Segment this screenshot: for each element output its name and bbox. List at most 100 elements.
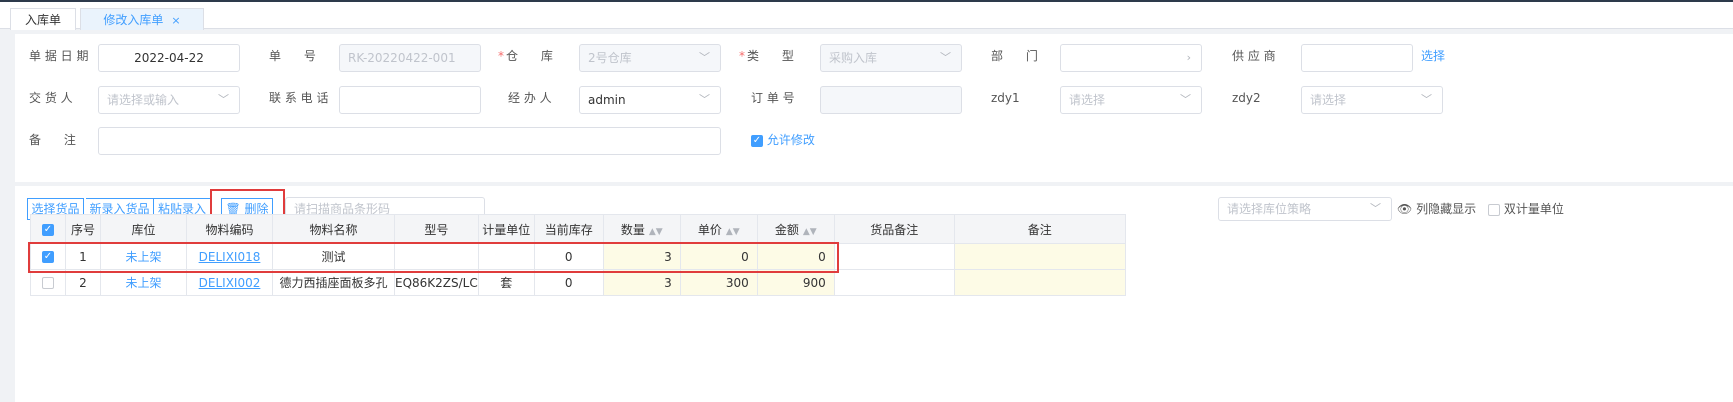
date-input[interactable]: 2022-04-22	[98, 44, 240, 72]
zdy2-placeholder: 请选择	[1310, 93, 1347, 107]
type-label-wrap: * 类 型	[739, 42, 794, 70]
date-label: 单 据 日 期	[29, 49, 89, 63]
cell-model: EQ86K2ZS/LC	[394, 269, 479, 296]
warehouse-label: 仓 库	[506, 49, 553, 63]
cell-qty[interactable]: 3	[602, 269, 681, 296]
cell-seq: 2	[65, 269, 101, 296]
warehouse-select: 2号仓库 ﹀	[579, 44, 721, 72]
select-all-checkbox[interactable]: ✓	[30, 214, 66, 244]
col-header: 库位	[100, 214, 187, 244]
chevron-down-icon: ﹀	[940, 51, 951, 64]
chevron-down-icon: ﹀	[1180, 93, 1191, 106]
cell-code-link[interactable]: DELIXI002	[186, 269, 273, 296]
remark-input[interactable]	[98, 127, 721, 155]
cell-unit: 套	[477, 269, 535, 296]
tab-inbound-list[interactable]: 入库单	[10, 8, 76, 30]
allow-edit-label: 允许修改	[766, 133, 815, 147]
table-row[interactable]: 2 未上架 DELIXI002 德力西插座面板多孔 EQ86K2ZS/LC 套 …	[30, 269, 1126, 296]
type-label: 类 型	[747, 49, 794, 63]
handler-select[interactable]: admin ﹀	[579, 86, 721, 114]
checkbox-checked-icon: ✓	[42, 223, 54, 236]
sortable-header[interactable]: 单价 ▲▼	[679, 214, 758, 244]
warehouse-value: 2号仓库	[588, 51, 632, 65]
chevron-down-icon: ﹀	[699, 51, 710, 64]
chevron-down-icon: ﹀	[218, 93, 229, 106]
zdy2-select[interactable]: 请选择 ﹀	[1301, 86, 1443, 114]
chevron-down-icon: ﹀	[699, 93, 710, 106]
tab-label: 入库单	[24, 13, 61, 27]
checkbox-icon	[1488, 203, 1500, 216]
deliverer-placeholder: 请选择或输入	[107, 93, 180, 107]
highlight-row-box	[28, 242, 839, 273]
location-strategy-select[interactable]: 请选择库位策略 ﹀	[1218, 197, 1392, 221]
phone-label: 联 系 电 话	[269, 91, 329, 105]
sort-icon: ▲▼	[802, 226, 817, 237]
goods-panel: 选择货品 新录入货品 粘贴录入 🗑 删除 请扫描商品条形码 请选择库位策略 ﹀ 👁…	[15, 186, 1733, 402]
col-header: 型号	[394, 214, 479, 244]
cell-price[interactable]: 300	[679, 269, 758, 296]
col-header-label: 数量	[620, 222, 645, 237]
chevron-right-icon: ›	[1186, 51, 1191, 64]
close-icon[interactable]: ×	[171, 14, 180, 27]
phone-input[interactable]	[339, 86, 481, 114]
handler-value: admin	[588, 93, 626, 107]
zdy1-placeholder: 请选择	[1069, 93, 1106, 107]
sort-icon: ▲▼	[725, 226, 740, 237]
supplier-select-link[interactable]: 选择	[1421, 42, 1445, 70]
warehouse-label-wrap: * 仓 库	[498, 42, 553, 70]
required-mark: *	[739, 49, 745, 63]
sortable-header[interactable]: 数量 ▲▼	[602, 214, 681, 244]
cell-stock: 0	[533, 269, 604, 296]
location-placeholder: 请选择库位策略	[1227, 202, 1312, 216]
zdy1-select[interactable]: 请选择 ﹀	[1060, 86, 1202, 114]
dual-unit-checkbox[interactable]: 双计量单位	[1488, 195, 1564, 223]
supplier-input[interactable]	[1301, 44, 1413, 72]
col-header: 物料编码	[186, 214, 273, 244]
table-header-row: ✓ 序号 库位 物料编码 物料名称 型号 计量单位 当前库存 数量 ▲▼ 单价 ▲▼…	[30, 214, 1126, 244]
checkbox-icon	[42, 277, 54, 289]
checkbox-checked-icon: ✓	[751, 134, 763, 147]
remark-label: 备 注	[29, 133, 76, 147]
order-label: 订 单 号	[751, 91, 795, 105]
cell-goods-remark[interactable]	[833, 243, 955, 270]
no-label: 单 号	[269, 49, 316, 63]
chevron-down-icon: ﹀	[1421, 93, 1432, 106]
col-header: 当前库存	[533, 214, 604, 244]
col-header: 计量单位	[477, 214, 535, 244]
cell-name: 德力西插座面板多孔	[272, 269, 395, 296]
dept-select[interactable]: ›	[1060, 44, 1202, 72]
zdy1-label: zdy1	[991, 91, 1020, 105]
eye-icon: 👁	[1397, 202, 1413, 216]
cell-amount[interactable]: 900	[756, 269, 835, 296]
col-header-label: 单价	[697, 222, 722, 237]
cell-goods-remark[interactable]	[833, 269, 955, 296]
no-input: RK-20220422-001	[339, 44, 481, 72]
tab-bar: 入库单 修改入库单 ×	[0, 2, 1733, 30]
col-header: 序号	[65, 214, 101, 244]
cell-remark[interactable]	[953, 269, 1126, 296]
dept-label: 部 门	[991, 49, 1038, 63]
zdy2-label: zdy2	[1232, 91, 1261, 105]
tab-edit-inbound[interactable]: 修改入库单 ×	[80, 8, 204, 30]
hide-columns-label: 列隐藏显示	[1416, 202, 1477, 216]
cell-remark[interactable]	[953, 243, 1126, 270]
supplier-label: 供 应 商	[1232, 49, 1276, 63]
required-mark: *	[498, 49, 504, 63]
row-checkbox[interactable]	[30, 269, 66, 296]
order-input	[820, 86, 962, 114]
handler-label: 经 办 人	[508, 91, 552, 105]
col-header: 物料名称	[272, 214, 395, 244]
sortable-header[interactable]: 金额 ▲▼	[756, 214, 835, 244]
deliverer-label: 交 货 人	[29, 91, 73, 105]
deliverer-select[interactable]: 请选择或输入 ﹀	[98, 86, 240, 114]
chevron-down-icon: ﹀	[1370, 202, 1381, 215]
allow-edit-checkbox[interactable]: ✓ 允许修改	[751, 126, 815, 154]
col-header: 备注	[953, 214, 1126, 244]
col-header: 货品备注	[833, 214, 955, 244]
type-select: 采购入库 ﹀	[820, 44, 962, 72]
col-header-label: 金额	[774, 222, 799, 237]
cell-location[interactable]: 未上架	[100, 269, 187, 296]
dual-unit-label: 双计量单位	[1503, 202, 1564, 216]
tab-label: 修改入库单	[103, 13, 164, 27]
hide-columns-toggle[interactable]: 👁 列隐藏显示	[1397, 195, 1476, 223]
